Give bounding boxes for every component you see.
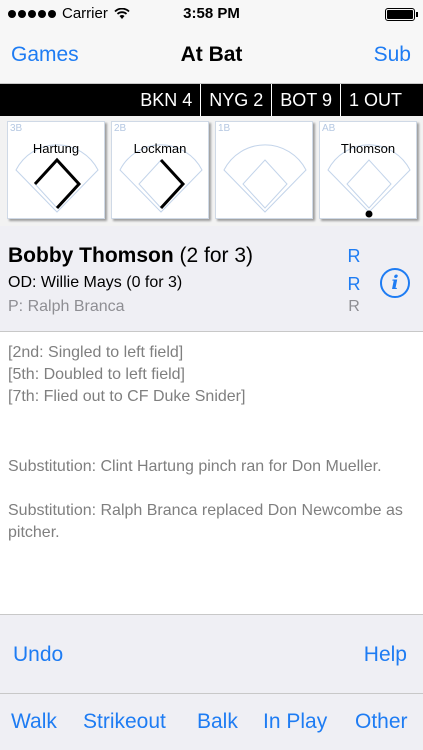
- base-label: 1B: [218, 123, 231, 134]
- on-deck-hand-toggle[interactable]: R: [344, 274, 364, 295]
- undo-button[interactable]: Undo: [13, 643, 63, 667]
- at-bat-panel: Bobby Thomson (2 for 3) OD: Willie Mays …: [0, 226, 423, 332]
- batter-stats: (2 for 3): [179, 244, 254, 267]
- divider: [0, 693, 423, 694]
- on-deck-stats: (0 for 3): [126, 274, 183, 291]
- in-play-button[interactable]: In Play: [263, 710, 327, 734]
- status-time: 3:58 PM: [183, 5, 240, 22]
- inning-indicator: BOT 9: [271, 84, 340, 116]
- page-title: At Bat: [180, 43, 243, 66]
- third-base-box[interactable]: 3B Hartung: [7, 121, 105, 219]
- runner-name: Thomson: [340, 141, 396, 156]
- strikeout-button[interactable]: Strikeout: [83, 710, 166, 734]
- at-bat-box[interactable]: AB Thomson: [319, 121, 417, 219]
- sub-button[interactable]: Sub: [374, 43, 411, 67]
- pitcher-hand: R: [348, 298, 360, 315]
- log-entry: [7th: Flied out to CF Duke Snider]: [8, 388, 246, 405]
- status-bar: Carrier 3:58 PM: [0, 0, 423, 28]
- diamond-icon: [119, 144, 203, 213]
- action-panel: Undo Help Walk Strikeout Balk In Play Ot…: [0, 614, 423, 750]
- walk-button[interactable]: Walk: [11, 710, 57, 734]
- runner-name: Hartung: [32, 141, 80, 156]
- navigation-bar: Games At Bat Sub: [0, 28, 423, 84]
- on-deck-name: OD: Willie Mays: [8, 274, 122, 291]
- log-entry: [2nd: Singled to left field]: [8, 344, 184, 361]
- other-button[interactable]: Other: [355, 710, 408, 734]
- outs-indicator: 1 OUT: [339, 84, 410, 116]
- play-log: [2nd: Singled to left field] [5th: Doubl…: [0, 332, 423, 614]
- base-runners-panel: 3B Hartung 2B Lockman 1B AB Thomson: [0, 116, 423, 226]
- batter-name: Bobby Thomson: [8, 244, 174, 267]
- score-bar: BKN 4 NYG 2 BOT 9 1 OUT: [0, 84, 423, 116]
- first-base-box[interactable]: 1B: [215, 121, 313, 219]
- battery-icon: [385, 8, 418, 21]
- balk-button[interactable]: Balk: [197, 710, 238, 734]
- diamond-icon: [327, 144, 411, 218]
- batter-line[interactable]: Bobby Thomson (2 for 3): [8, 244, 253, 268]
- substitution-entry: Substitution: Clint Hartung pinch ran fo…: [8, 458, 382, 475]
- runner-name: Lockman: [133, 141, 187, 156]
- substitution-entry: Substitution: Ralph Branca replaced Don …: [8, 502, 403, 541]
- pitcher-line[interactable]: P: Ralph Branca: [8, 298, 125, 316]
- second-base-box[interactable]: 2B Lockman: [111, 121, 209, 219]
- on-deck-line[interactable]: OD: Willie Mays (0 for 3): [8, 274, 182, 292]
- info-icon[interactable]: i: [380, 268, 410, 298]
- base-label: 3B: [10, 123, 23, 134]
- help-button[interactable]: Help: [364, 643, 407, 667]
- base-label: AB: [322, 123, 336, 134]
- home-score: NYG 2: [200, 84, 271, 116]
- away-score: BKN 4: [140, 90, 193, 110]
- batter-hand-toggle[interactable]: R: [344, 246, 364, 267]
- diamond-icon: [223, 144, 307, 213]
- diamond-icon: [15, 144, 99, 213]
- base-label: 2B: [114, 123, 127, 134]
- log-entry: [5th: Doubled to left field]: [8, 366, 185, 383]
